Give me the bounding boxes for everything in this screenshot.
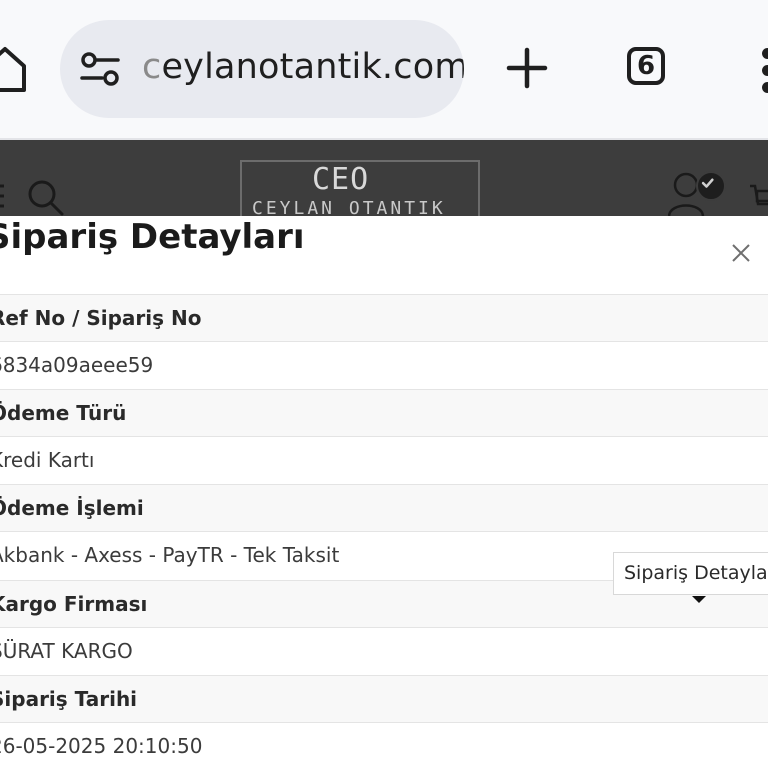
close-icon[interactable] bbox=[730, 242, 752, 264]
site-settings-icon[interactable] bbox=[80, 52, 120, 86]
row-order-date-value: 26-05-2025 20:10:50 bbox=[0, 722, 768, 769]
tooltip: Sipariş Detayları bbox=[613, 552, 768, 595]
row-payment-type-value: Kredi Kartı bbox=[0, 436, 768, 483]
new-tab-icon[interactable] bbox=[505, 46, 549, 90]
verified-check-icon bbox=[696, 171, 726, 201]
url-first-char: c bbox=[142, 47, 162, 87]
site-header: CEO CEYLAN OTANTIK bbox=[0, 140, 768, 218]
browser-toolbar: ceylanotantik.com 6 bbox=[0, 0, 768, 140]
cart-icon[interactable] bbox=[748, 182, 768, 212]
row-order-date-label: Sipariş Tarihi bbox=[0, 675, 768, 722]
search-icon[interactable] bbox=[24, 176, 66, 218]
tab-count: 6 bbox=[636, 51, 656, 81]
tooltip-arrow bbox=[692, 596, 706, 603]
row-payment-process-label: Ödeme İşlemi bbox=[0, 484, 768, 531]
row-ref-no-value: 6834a09aeee59 bbox=[0, 341, 768, 388]
address-bar[interactable]: ceylanotantik.com bbox=[60, 20, 464, 118]
hamburger-menu-icon[interactable] bbox=[0, 180, 6, 210]
more-menu-icon[interactable] bbox=[760, 46, 768, 94]
home-icon[interactable] bbox=[0, 44, 28, 94]
tab-switcher-button[interactable]: 6 bbox=[627, 47, 665, 85]
logo-text[interactable]: CEO bbox=[312, 162, 369, 197]
modal-title: Sipariş Detayları bbox=[0, 217, 305, 257]
row-ref-no-label: Ref No / Sipariş No bbox=[0, 294, 768, 341]
row-payment-type-label: Ödeme Türü bbox=[0, 389, 768, 436]
url-text[interactable]: ceylanotantik.com bbox=[142, 47, 464, 87]
row-cargo-value: SÜRAT KARGO bbox=[0, 627, 768, 674]
url-domain: eylanotantik.com bbox=[161, 47, 464, 87]
logo-subtext: CEYLAN OTANTIK bbox=[252, 198, 446, 218]
